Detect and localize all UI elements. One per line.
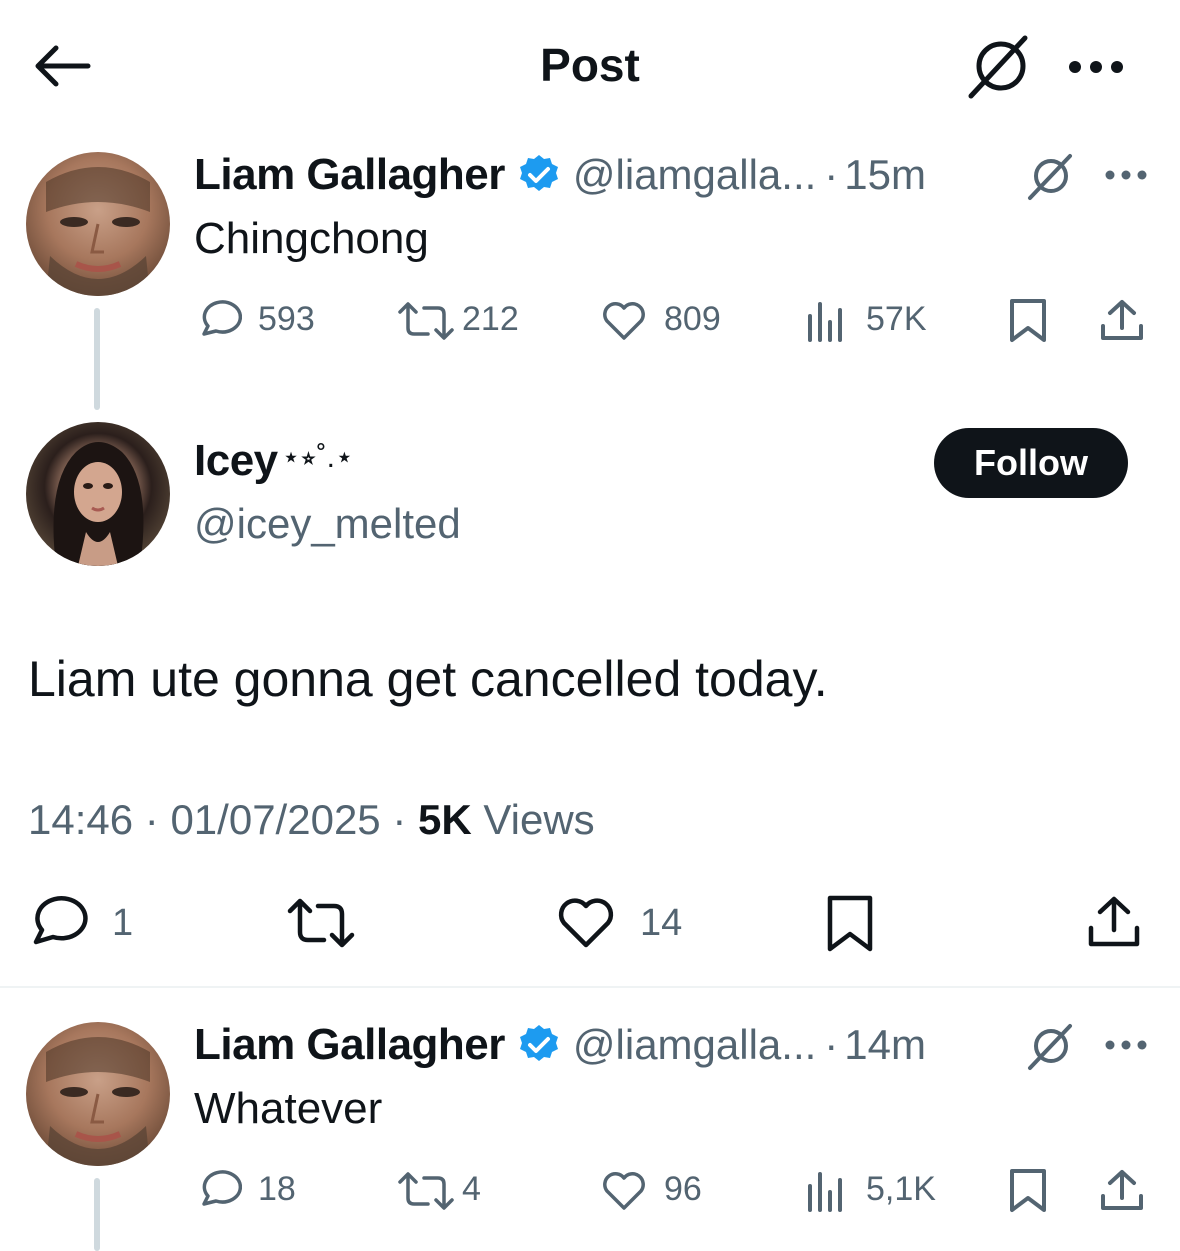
more-options-icon[interactable] [1104,1039,1148,1051]
repost-icon[interactable] [286,898,356,948]
divider [0,986,1180,988]
verified-badge-icon [517,1023,561,1067]
views-icon[interactable] [804,300,848,342]
tweet-text: Chingchong [194,214,429,263]
main-author-row: Icey ⋆⭒˚.⋆ [194,436,354,486]
reply-icon[interactable] [196,1170,242,1212]
repost-icon[interactable] [396,302,456,340]
separator-dot: · [824,1021,839,1068]
views-icon[interactable] [804,1170,848,1212]
author-handle[interactable]: @icey_melted [194,500,461,548]
tweet-text: Liam ute gonna get cancelled today. [28,651,828,707]
tweet-time[interactable]: 15m [844,151,926,199]
views-count: 5K [418,796,472,843]
repost-count: 4 [462,1170,481,1208]
like-count: 14 [640,902,683,944]
tweet-header: Liam Gallagher @liamgalla... · 14m [194,1020,926,1070]
reply-count: 18 [258,1170,296,1208]
tweet-time[interactable]: 14m [844,1021,926,1069]
like-icon[interactable] [600,300,648,342]
share-icon[interactable] [1098,1168,1146,1214]
share-icon[interactable] [1098,298,1146,344]
avatar[interactable] [26,422,170,566]
author-name[interactable]: Liam Gallagher [194,150,505,200]
author-name[interactable]: Liam Gallagher [194,1020,505,1070]
avatar[interactable] [26,1022,170,1166]
more-options-icon[interactable] [1066,60,1126,74]
like-icon[interactable] [600,1170,648,1212]
tweet-text: Whatever [194,1084,383,1133]
tweet-time[interactable]: 14:46 [28,796,133,843]
tweet-meta: 14:46 · 01/07/2025 · 5K Views [28,796,595,844]
views-count: 57K [866,300,927,338]
bookmark-icon[interactable] [826,894,874,954]
more-options-icon[interactable] [1104,169,1148,181]
like-icon[interactable] [556,896,616,950]
separator-dot: · [824,151,839,198]
reply-count: 1 [112,902,134,944]
reply-icon[interactable] [26,896,88,950]
grok-icon[interactable] [1024,150,1076,202]
separator-dot: · [144,796,159,843]
repost-count: 212 [462,300,519,338]
author-handle[interactable]: @liamgalla... [573,151,816,199]
verified-badge-icon [517,153,561,197]
grok-icon[interactable] [1024,1020,1076,1072]
share-icon[interactable] [1086,894,1142,950]
tweet-date[interactable]: 01/07/2025 [170,796,380,843]
thread-line [94,1178,100,1251]
separator-dot: · [392,796,407,843]
repost-icon[interactable] [396,1172,456,1210]
name-decoration: ⋆⭒˚.⋆ [281,440,354,474]
grok-icon[interactable] [963,30,1035,102]
views-label[interactable]: Views [483,796,594,843]
bookmark-icon[interactable] [1008,1168,1048,1214]
avatar[interactable] [26,152,170,296]
tweet-header: Liam Gallagher @liamgalla... · 15m [194,150,926,200]
reply-icon[interactable] [196,300,242,342]
views-count: 5,1K [866,1170,936,1208]
reply-count: 593 [258,300,315,338]
thread-line [94,308,100,410]
like-count: 809 [664,300,721,338]
author-handle[interactable]: @liamgalla... [573,1021,816,1069]
author-name[interactable]: Icey [194,436,278,486]
follow-button[interactable]: Follow [934,428,1128,498]
bookmark-icon[interactable] [1008,298,1048,344]
like-count: 96 [664,1170,702,1208]
